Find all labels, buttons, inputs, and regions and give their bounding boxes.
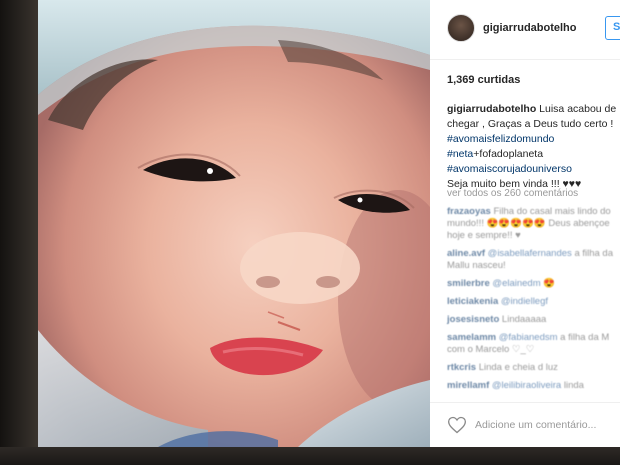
comment-username[interactable]: mirellamf [447,380,489,391]
monitor-bezel-left [0,0,38,465]
comment-mention[interactable]: @indiellegf [501,296,548,307]
avatar[interactable] [447,14,475,42]
hashtag-link[interactable]: #avomaisfelizdomundo [447,133,554,145]
comment-mention[interactable]: @leilibiraoliveira [492,380,561,391]
comment-text: com o Marcelo ♡_♡ [447,344,535,355]
comment-bar [430,402,620,447]
comment-username[interactable]: frazaoyas [447,206,491,217]
comment-text: 😍 [543,278,556,289]
hashtag-link[interactable]: #avomaiscorujadouniverso [447,163,572,175]
comment-username[interactable]: rtkcris [447,362,476,373]
comment-item: frazaoyas Filha do casal mais lindo do m… [447,206,620,242]
caption-text-2: chegar , Graças a Deus tudo certo ! [447,118,614,130]
comment-input[interactable] [475,415,615,435]
view-all-comments-link[interactable]: ver todos os 260 comentários [447,188,578,199]
comment-item: mirellamf @leilibiraoliveira linda [447,380,620,392]
comment-text: a filha da M [560,332,610,343]
newborn-baby-photo [38,0,430,447]
comment-text: a filha da [574,248,613,259]
comment-username[interactable]: smilerbre [447,278,490,289]
post-header: gigiarrudabotelho S [430,0,620,60]
comment-item: samelamm @fabianedsm a filha da M com o … [447,332,620,356]
comment-mention[interactable]: @isabellafernandes [488,248,572,259]
comment-text: Linda e cheia d luz [478,362,558,373]
comment-item: josesisneto Lindaaaaa [447,314,620,326]
comment-text: mundo!!! 😍😍😍😍😍 Deus abençoe [447,218,610,229]
comment-username[interactable]: samelamm [447,332,496,343]
comment-username[interactable]: aline.avf [447,248,485,259]
comment-item: aline.avf @isabellafernandes a filha da … [447,248,620,272]
post-caption: gigiarrudabotelho Luisa acabou de chegar… [447,102,620,192]
post-side-panel: gigiarrudabotelho S 1,369 curtidas gigia… [430,0,620,447]
follow-button[interactable]: S [605,16,620,40]
monitor-bezel-bottom [0,447,620,465]
hashtag-link[interactable]: #neta [447,148,473,160]
username-link[interactable]: gigiarrudabotelho [483,22,577,34]
comment-text: Lindaaaaa [501,314,547,325]
caption-username[interactable]: gigiarrudabotelho [447,103,536,115]
comment-mention[interactable]: @elainedm [492,278,540,289]
comment-item: smilerbre @elainedm 😍 [447,278,620,290]
comment-text: Filha do casal mais lindo do [493,206,611,217]
likes-count[interactable]: 1,369 curtidas [447,74,520,86]
post-photo[interactable] [38,0,430,447]
heart-like-icon[interactable] [447,415,467,435]
comments-list: frazaoyas Filha do casal mais lindo do m… [447,206,620,398]
comment-mention[interactable]: @fabianedsm [499,332,558,343]
comment-username[interactable]: josesisneto [447,314,499,325]
comment-item: leticiakenia @indiellegf [447,296,620,308]
comment-text: linda [563,380,584,391]
caption-text-1: Luisa acabou de [539,103,617,115]
comment-text: hoje e sempre!! ♥ [447,230,521,241]
comment-username[interactable]: leticiakenia [447,296,498,307]
comment-text: Mallu nasceu! [447,260,506,271]
comment-item: rtkcris Linda e cheia d luz [447,362,620,374]
caption-text-3: +fofadoplaneta [473,148,544,160]
